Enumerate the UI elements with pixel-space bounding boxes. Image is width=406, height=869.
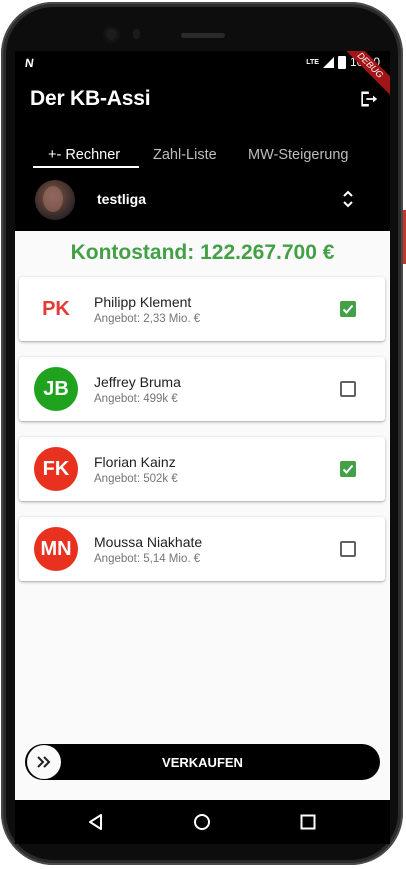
check-icon: [342, 464, 354, 474]
home-icon[interactable]: [191, 811, 213, 833]
player-name: Moussa Niakhate: [94, 534, 203, 550]
sell-slider[interactable]: VERKAUFEN: [25, 744, 380, 780]
player-name: Jeffrey Bruma: [94, 374, 181, 390]
player-card[interactable]: MN Moussa Niakhate Angebot: 5,14 Mio. €: [19, 517, 385, 581]
tab-bar: +- Rechner Zahl-Liste MW-Steigerung: [15, 147, 390, 169]
account-balance: Kontostand: 122.267.700 €: [70, 241, 335, 264]
league-avatar: [35, 180, 75, 220]
app-screen: N LTE 10:00 DEBUG Der KB-Assi +- Rechner…: [15, 51, 390, 800]
player-offer: Angebot: 499k €: [94, 393, 178, 405]
player-card[interactable]: PK Philipp Klement Angebot: 2,33 Mio. €: [19, 277, 385, 341]
player-card[interactable]: FK Florian Kainz Angebot: 502k €: [19, 437, 385, 501]
player-offer: Angebot: 502k €: [94, 473, 178, 485]
system-navigation-bar: [15, 800, 390, 844]
network-type: LTE: [306, 58, 319, 66]
logout-icon[interactable]: [358, 89, 378, 109]
unfold-icon[interactable]: [341, 188, 355, 210]
player-name: Florian Kainz: [94, 454, 176, 470]
tab-zahl-liste[interactable]: Zahl-Liste: [153, 147, 217, 163]
player-checkbox-checked[interactable]: [340, 461, 356, 477]
player-offer: Angebot: 2,33 Mio. €: [94, 313, 201, 325]
tab-rechner[interactable]: +- Rechner: [48, 147, 120, 163]
player-checkbox-unchecked[interactable]: [340, 381, 356, 397]
league-name: testliga: [97, 191, 147, 207]
check-icon: [342, 304, 354, 314]
recents-icon[interactable]: [297, 811, 319, 833]
player-avatar: PK: [42, 298, 70, 320]
player-checkbox-unchecked[interactable]: [340, 541, 356, 557]
active-tab-indicator: [33, 166, 139, 168]
player-offer: Angebot: 5,14 Mio. €: [94, 553, 201, 565]
player-avatar: MN: [34, 527, 78, 571]
tab-mw-steigerung[interactable]: MW-Steigerung: [248, 147, 348, 163]
proximity-sensor: [133, 29, 140, 39]
player-name: Philipp Klement: [94, 294, 192, 310]
app-title: Der KB-Assi: [30, 87, 151, 110]
signal-icon: [322, 56, 334, 68]
sell-label: VERKAUFEN: [162, 755, 243, 770]
player-checkbox-checked[interactable]: [340, 301, 356, 317]
status-bar: N LTE 10:00 DEBUG: [15, 51, 390, 106]
player-card[interactable]: JB Jeffrey Bruma Angebot: 499k €: [19, 357, 385, 421]
battery-icon: [337, 55, 346, 69]
carrier-icon: N: [24, 56, 35, 70]
earpiece-speaker: [181, 33, 225, 38]
player-avatar: JB: [34, 367, 78, 411]
league-selector[interactable]: testliga: [15, 177, 390, 223]
app-bar: N LTE 10:00 DEBUG Der KB-Assi +- Rechner…: [15, 51, 390, 231]
player-avatar: FK: [34, 447, 78, 491]
front-camera: [103, 26, 120, 43]
back-icon[interactable]: [85, 811, 107, 833]
